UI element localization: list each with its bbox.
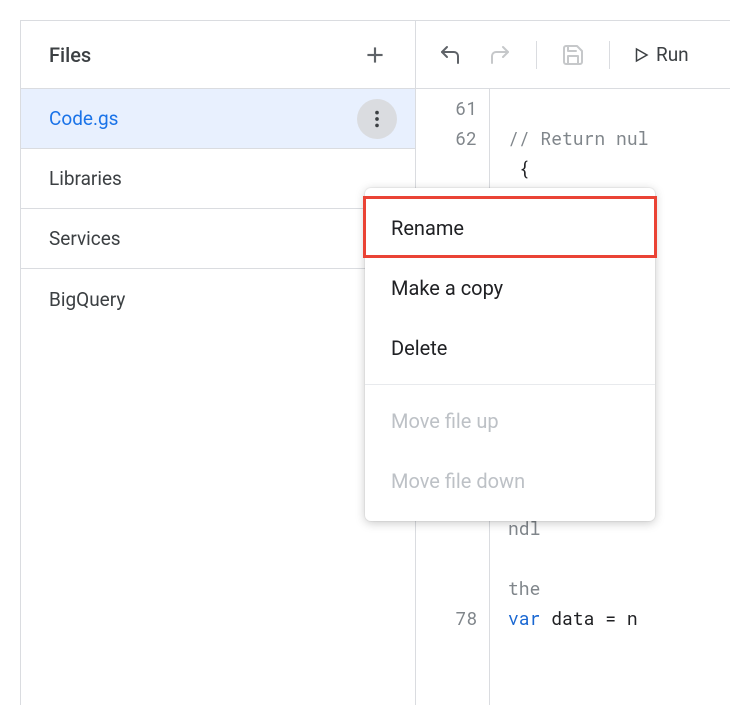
toolbar-divider (609, 41, 610, 69)
undo-icon (438, 43, 462, 67)
add-file-button[interactable] (355, 35, 395, 75)
file-context-menu: Rename Make a copy Delete Move file up M… (365, 188, 655, 521)
undo-button[interactable] (428, 33, 472, 77)
save-button[interactable] (551, 33, 595, 77)
menu-divider (365, 384, 655, 385)
menu-make-copy[interactable]: Make a copy (365, 258, 655, 318)
file-name-label: Code.gs (49, 107, 118, 130)
redo-icon (488, 43, 512, 67)
redo-button[interactable] (478, 33, 522, 77)
toolbar-divider (536, 41, 537, 69)
plus-icon (362, 42, 388, 68)
sidebar-section-libraries[interactable]: Libraries (21, 149, 415, 209)
menu-move-down: Move file down (365, 451, 655, 511)
play-icon (632, 46, 650, 64)
save-icon (561, 43, 585, 67)
sidebar-section-bigquery[interactable]: BigQuery (21, 269, 415, 329)
file-item-code[interactable]: Code.gs (21, 89, 415, 149)
sidebar-section-services[interactable]: Services (21, 209, 415, 269)
section-label: Libraries (49, 167, 122, 190)
sidebar-title: Files (49, 43, 91, 67)
menu-rename[interactable]: Rename (365, 198, 655, 258)
menu-move-up: Move file up (365, 391, 655, 451)
files-sidebar: Files Code.gs Libraries Services BigQuer… (21, 21, 416, 705)
file-more-button[interactable] (357, 99, 397, 139)
section-label: Services (49, 227, 121, 250)
menu-delete[interactable]: Delete (365, 318, 655, 378)
more-vert-icon (366, 108, 388, 130)
section-label: BigQuery (49, 288, 125, 311)
run-label: Run (656, 43, 689, 66)
sidebar-header: Files (21, 21, 415, 89)
run-button[interactable]: Run (624, 33, 697, 77)
editor-toolbar: Run (416, 21, 730, 89)
